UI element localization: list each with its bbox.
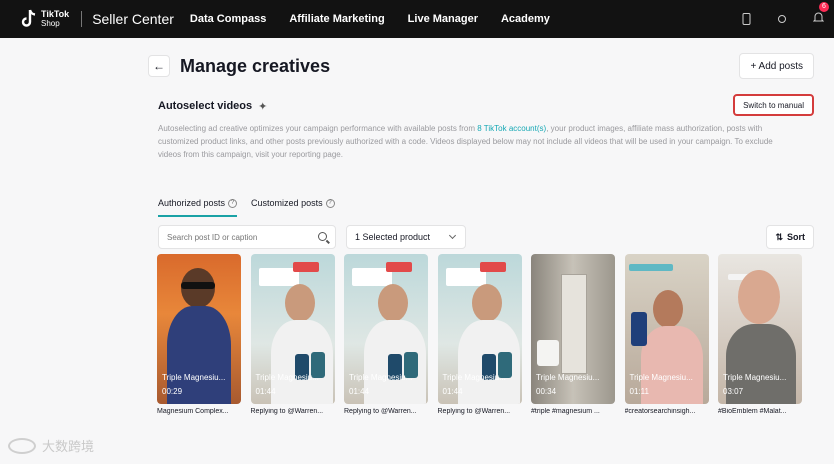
sunglasses-graphic — [181, 282, 215, 289]
video-card[interactable]: Triple Magnesiu... 00:29 Magnesium Compl… — [157, 254, 241, 415]
closet-door-graphic — [561, 274, 587, 374]
description-text: Autoselecting ad creative optimizes your… — [158, 124, 478, 133]
nav-live-manager[interactable]: Live Manager — [408, 13, 478, 25]
video-grid: Triple Magnesiu... 00:29 Magnesium Compl… — [157, 254, 812, 415]
app-title[interactable]: Seller Center — [92, 11, 174, 27]
nav-academy[interactable]: Academy — [501, 13, 550, 25]
video-thumbnail[interactable]: Triple Magnesiu... 01:44 — [250, 254, 335, 404]
tiktok-logo-icon — [21, 9, 36, 27]
product-bottle — [630, 312, 647, 346]
tab-customized-posts[interactable]: Customized posts? — [251, 193, 335, 213]
video-card[interactable]: Triple Magnesiu... 01:44 Replying to @Wa… — [344, 254, 428, 415]
video-caption: Replying to @Warren... — [344, 408, 417, 415]
main-content: ← Manage creatives + Add posts Autoselec… — [146, 46, 826, 249]
video-product-label: Triple Magnesiu... — [442, 373, 506, 382]
product-select[interactable]: 1 Selected product — [346, 225, 466, 249]
tiktok-accounts-link[interactable]: 8 TikTok account(s) — [477, 124, 546, 133]
video-caption: #triple #magnesium ... — [531, 408, 600, 415]
video-product-label: Triple Magnesiu... — [162, 373, 226, 382]
video-duration: 00:34 — [536, 387, 557, 396]
video-thumbnail[interactable]: Triple Magnesiu... 01:11 — [624, 254, 709, 404]
watermark-text: 大数跨境 — [42, 439, 95, 454]
video-product-label: Triple Magnesiu... — [629, 373, 693, 382]
notification-badge: 6 — [819, 2, 829, 12]
video-thumbnail[interactable]: Triple Magnesiu... 03:07 — [718, 254, 802, 404]
video-product-label: Triple Magnesiu... — [723, 373, 787, 382]
nav-data-compass[interactable]: Data Compass — [190, 13, 266, 25]
question-icon[interactable]: ? — [325, 198, 335, 208]
post-tabs: Authorized posts? Customized posts? — [158, 193, 826, 217]
video-card[interactable]: Triple Magnesiu... 01:11 #creatorsearchi… — [624, 254, 709, 415]
person-figure — [471, 284, 502, 322]
logo-text-shop: Shop — [41, 19, 60, 28]
video-duration: 01:44 — [255, 387, 276, 396]
tiktok-shop-logo[interactable]: TikTok Shop — [20, 9, 69, 29]
person-figure — [378, 284, 408, 322]
question-icon[interactable]: ? — [228, 198, 238, 208]
video-thumbnail[interactable]: Triple Magnesiu... 00:34 — [531, 254, 615, 404]
video-caption: Magnesium Complex... — [157, 408, 229, 415]
tab-label: Authorized posts — [158, 198, 226, 208]
page-title: Manage creatives — [180, 55, 331, 76]
video-caption: Replying to @Warren... — [250, 408, 324, 415]
video-thumbnail[interactable]: Triple Magnesiu... 00:29 — [157, 254, 241, 404]
video-duration: 01:44 — [349, 387, 370, 396]
watermark-logo-icon — [8, 437, 36, 454]
sort-label: Sort — [787, 232, 805, 242]
video-card[interactable]: Triple Magnesiu... 03:07 #BioEmblem #Mal… — [718, 254, 802, 415]
search-box — [158, 225, 336, 249]
person-figure — [284, 284, 315, 322]
tab-label: Customized posts — [251, 198, 323, 208]
reply-sticker — [292, 262, 319, 272]
top-navigation-bar: TikTok Shop Seller Center Data Compass A… — [0, 0, 834, 38]
autoselect-description: Autoselecting ad creative optimizes your… — [158, 122, 798, 161]
bell-icon — [812, 12, 825, 22]
video-product-label: Triple Magnesiu... — [349, 373, 413, 382]
video-thumbnail[interactable]: Triple Magnesiu... 01:44 — [437, 254, 522, 404]
help-icon[interactable] — [777, 14, 787, 24]
white-bag-graphic — [537, 340, 559, 366]
video-duration: 01:11 — [629, 387, 649, 396]
video-card[interactable]: Triple Magnesiu... 00:34 #triple #magnes… — [531, 254, 615, 415]
video-duration: 03:07 — [723, 387, 744, 396]
video-thumbnail[interactable]: Triple Magnesiu... 01:44 — [344, 254, 428, 404]
reply-sticker — [479, 262, 506, 272]
product-select-value: 1 Selected product — [355, 232, 431, 242]
tab-authorized-posts[interactable]: Authorized posts? — [158, 193, 238, 217]
switch-to-manual-button[interactable]: Switch to manual — [733, 94, 814, 116]
chevron-down-icon — [448, 231, 457, 240]
add-posts-button[interactable]: + Add posts — [739, 53, 814, 79]
arrow-left-icon: ← — [153, 59, 165, 73]
search-icon[interactable] — [318, 232, 327, 241]
mobile-icon[interactable] — [742, 13, 751, 25]
video-duration: 01:44 — [442, 387, 463, 396]
video-caption: #creatorsearchinsigh... — [624, 408, 696, 415]
sort-icon: ⇅ — [775, 231, 783, 242]
nav-divider — [81, 11, 83, 27]
page-header: ← Manage creatives + Add posts — [146, 46, 826, 86]
nav-affiliate-marketing[interactable]: Affiliate Marketing — [289, 13, 384, 25]
logo-text-tiktok: TikTok — [41, 9, 70, 19]
person-figure — [640, 326, 703, 404]
video-product-label: Triple Magnesiu... — [536, 373, 600, 382]
back-button[interactable]: ← — [148, 55, 170, 77]
watermark: 大数跨境 — [8, 436, 94, 455]
reply-sticker — [386, 262, 412, 272]
caption-sticker — [628, 264, 673, 271]
autoselect-section: Autoselect videos ✦ Switch to manual Aut… — [158, 94, 814, 161]
video-caption: Replying to @Warren... — [437, 408, 511, 415]
sparkle-icon: ✦ — [258, 100, 268, 113]
autoselect-title: Autoselect videos — [158, 100, 253, 112]
video-duration: 00:29 — [162, 387, 183, 396]
video-card[interactable]: Triple Magnesiu... 01:44 Replying to @Wa… — [437, 254, 522, 415]
video-product-label: Triple Magnesiu... — [255, 373, 319, 382]
person-figure — [738, 270, 780, 324]
filter-bar: 1 Selected product ⇅ Sort — [158, 225, 814, 249]
search-input[interactable] — [159, 226, 309, 248]
sort-button[interactable]: ⇅ Sort — [766, 225, 814, 249]
video-card[interactable]: Triple Magnesiu... 01:44 Replying to @Wa… — [250, 254, 335, 415]
notifications-button[interactable]: 6 — [812, 2, 829, 28]
video-caption: #BioEmblem #Malat... — [718, 408, 787, 415]
person-figure — [652, 290, 683, 328]
